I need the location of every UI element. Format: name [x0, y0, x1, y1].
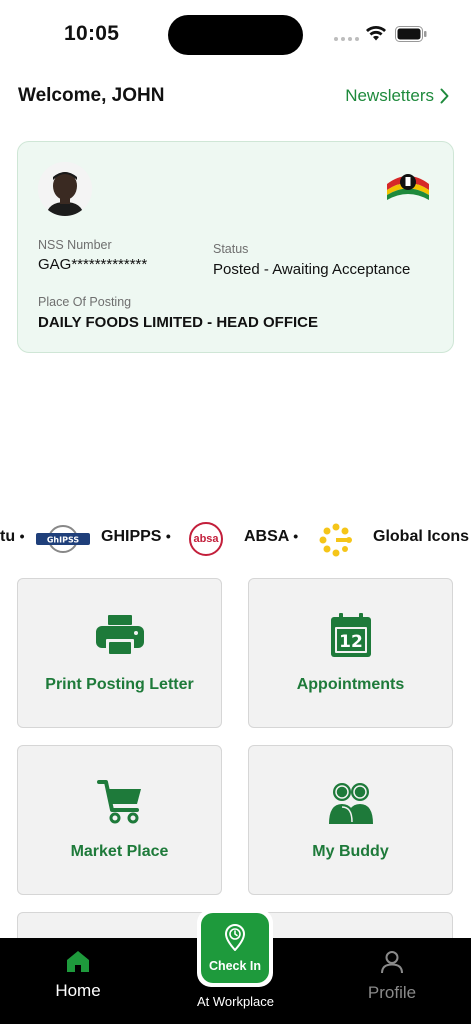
- appointments-tile[interactable]: 12 Appointments: [248, 578, 453, 728]
- appointments-label: Appointments: [296, 676, 405, 693]
- avatar[interactable]: [38, 162, 92, 216]
- sponsors-marquee: tu • GhIPSS GHIPPS • absa ABSA • Global …: [0, 518, 471, 562]
- status-time: 10:05: [64, 22, 120, 45]
- home-icon: [67, 951, 89, 972]
- my-buddy-label: My Buddy: [312, 843, 389, 860]
- newsletters-label: Newsletters: [345, 86, 434, 105]
- nss-number-value: GAG*************: [38, 256, 148, 273]
- status-label: Status: [213, 242, 249, 256]
- nss-emblem-logo: [387, 174, 429, 200]
- sponsor-partial-label: tu: [0, 528, 16, 545]
- sponsor-ghipss-label: GHIPPS: [101, 528, 162, 545]
- absa-logo: absa: [189, 522, 223, 556]
- svg-text:GhIPSS: GhIPSS: [47, 536, 80, 545]
- profile-icon: [381, 951, 403, 974]
- buddy-icon: [328, 783, 373, 824]
- status-bar: 10:05: [0, 0, 471, 70]
- chevron-right-icon: [440, 88, 449, 104]
- calendar-icon: 12: [330, 613, 371, 657]
- place-of-posting-value: DAILY FOODS LIMITED - HEAD OFFICE: [38, 314, 319, 331]
- global-icons-logo: [319, 523, 352, 557]
- market-place-tile[interactable]: Market Place: [17, 745, 222, 895]
- posting-card: NSS Number GAG************* Status Poste…: [17, 141, 454, 353]
- place-of-posting-label: Place Of Posting: [38, 295, 132, 309]
- printer-icon: [95, 615, 144, 657]
- check-in-label: Check In: [208, 959, 262, 973]
- cart-icon: [96, 780, 141, 824]
- battery-icon: [395, 26, 427, 42]
- newsletters-link[interactable]: Newsletters: [345, 86, 449, 106]
- market-place-label: Market Place: [70, 843, 169, 860]
- location-clock-icon: [224, 924, 246, 951]
- status-value: Posted - Awaiting Acceptance: [213, 261, 411, 278]
- sponsor-absa-label: ABSA: [244, 528, 289, 545]
- sponsor-global-icons-label: Global Icons: [373, 528, 470, 545]
- svg-text:12: 12: [339, 632, 363, 652]
- cellular-signal-icon: [334, 37, 359, 41]
- nss-number-label: NSS Number: [38, 238, 112, 252]
- dynamic-island: [168, 15, 303, 55]
- my-buddy-tile[interactable]: My Buddy: [248, 745, 453, 895]
- print-posting-letter-label: Print Posting Letter: [45, 676, 194, 693]
- check-in-button-frame: Check In: [197, 909, 273, 987]
- welcome-title: Welcome, JOHN: [18, 85, 165, 106]
- print-posting-letter-tile[interactable]: Print Posting Letter: [17, 578, 222, 728]
- check-in-caption: At Workplace: [196, 994, 275, 1009]
- ghipss-logo: GhIPSS: [36, 525, 90, 553]
- wifi-icon: [366, 26, 386, 41]
- check-in-button[interactable]: Check In: [201, 913, 269, 983]
